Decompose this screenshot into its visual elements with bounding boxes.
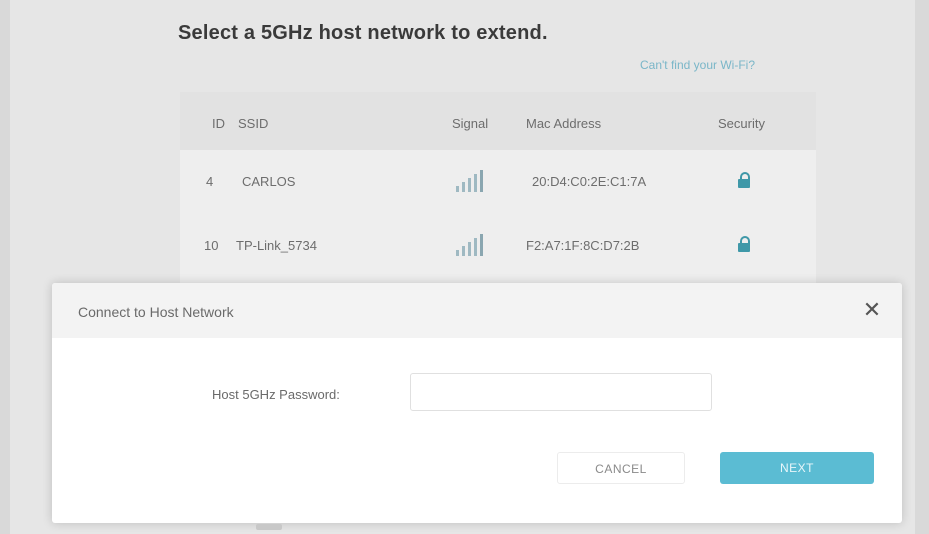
- close-icon[interactable]: ✕: [860, 298, 884, 322]
- column-id: ID: [212, 116, 225, 131]
- row-ssid: CARLOS: [242, 174, 296, 189]
- dialog-title: Connect to Host Network: [78, 304, 234, 320]
- next-button[interactable]: NEXT: [720, 452, 874, 484]
- password-label: Host 5GHz Password:: [212, 387, 340, 402]
- signal-strength-icon: [450, 170, 484, 192]
- row-ssid: TP-Link_5734: [236, 238, 317, 253]
- row-mac-address: 20:D4:C0:2E:C1:7A: [532, 174, 647, 189]
- lock-icon: [738, 172, 750, 188]
- cant-find-wifi-link[interactable]: Can't find your Wi-Fi?: [640, 58, 755, 72]
- host-password-field[interactable]: [410, 373, 712, 411]
- cancel-button[interactable]: CANCEL: [557, 452, 685, 484]
- column-mac-address: Mac Address: [526, 116, 602, 131]
- row-id: 4: [206, 174, 214, 189]
- dialog-header: Connect to Host Network ✕: [52, 283, 902, 338]
- lock-icon: [738, 236, 750, 252]
- row-mac-address: F2:A7:1F:8C:D7:2B: [526, 238, 640, 253]
- signal-strength-icon: [450, 234, 484, 256]
- partial-element: [256, 524, 282, 530]
- table-row[interactable]: 10 TP-Link_5734 F2:A7:1F:8C:D7:2B: [180, 214, 816, 274]
- column-signal: Signal: [452, 116, 489, 131]
- column-security: Security: [718, 116, 765, 131]
- network-table: ID SSID Signal Mac Address Security 4 CA…: [180, 92, 816, 292]
- connect-host-network-dialog: Connect to Host Network ✕ Host 5GHz Pass…: [52, 283, 902, 523]
- column-ssid: SSID: [238, 116, 269, 131]
- table-header: ID SSID Signal Mac Address Security: [180, 92, 816, 150]
- page-heading: Select a 5GHz host network to extend.: [178, 22, 548, 44]
- row-id: 10: [204, 238, 219, 253]
- table-row[interactable]: 4 CARLOS 20:D4:C0:2E:C1:7A: [180, 152, 816, 212]
